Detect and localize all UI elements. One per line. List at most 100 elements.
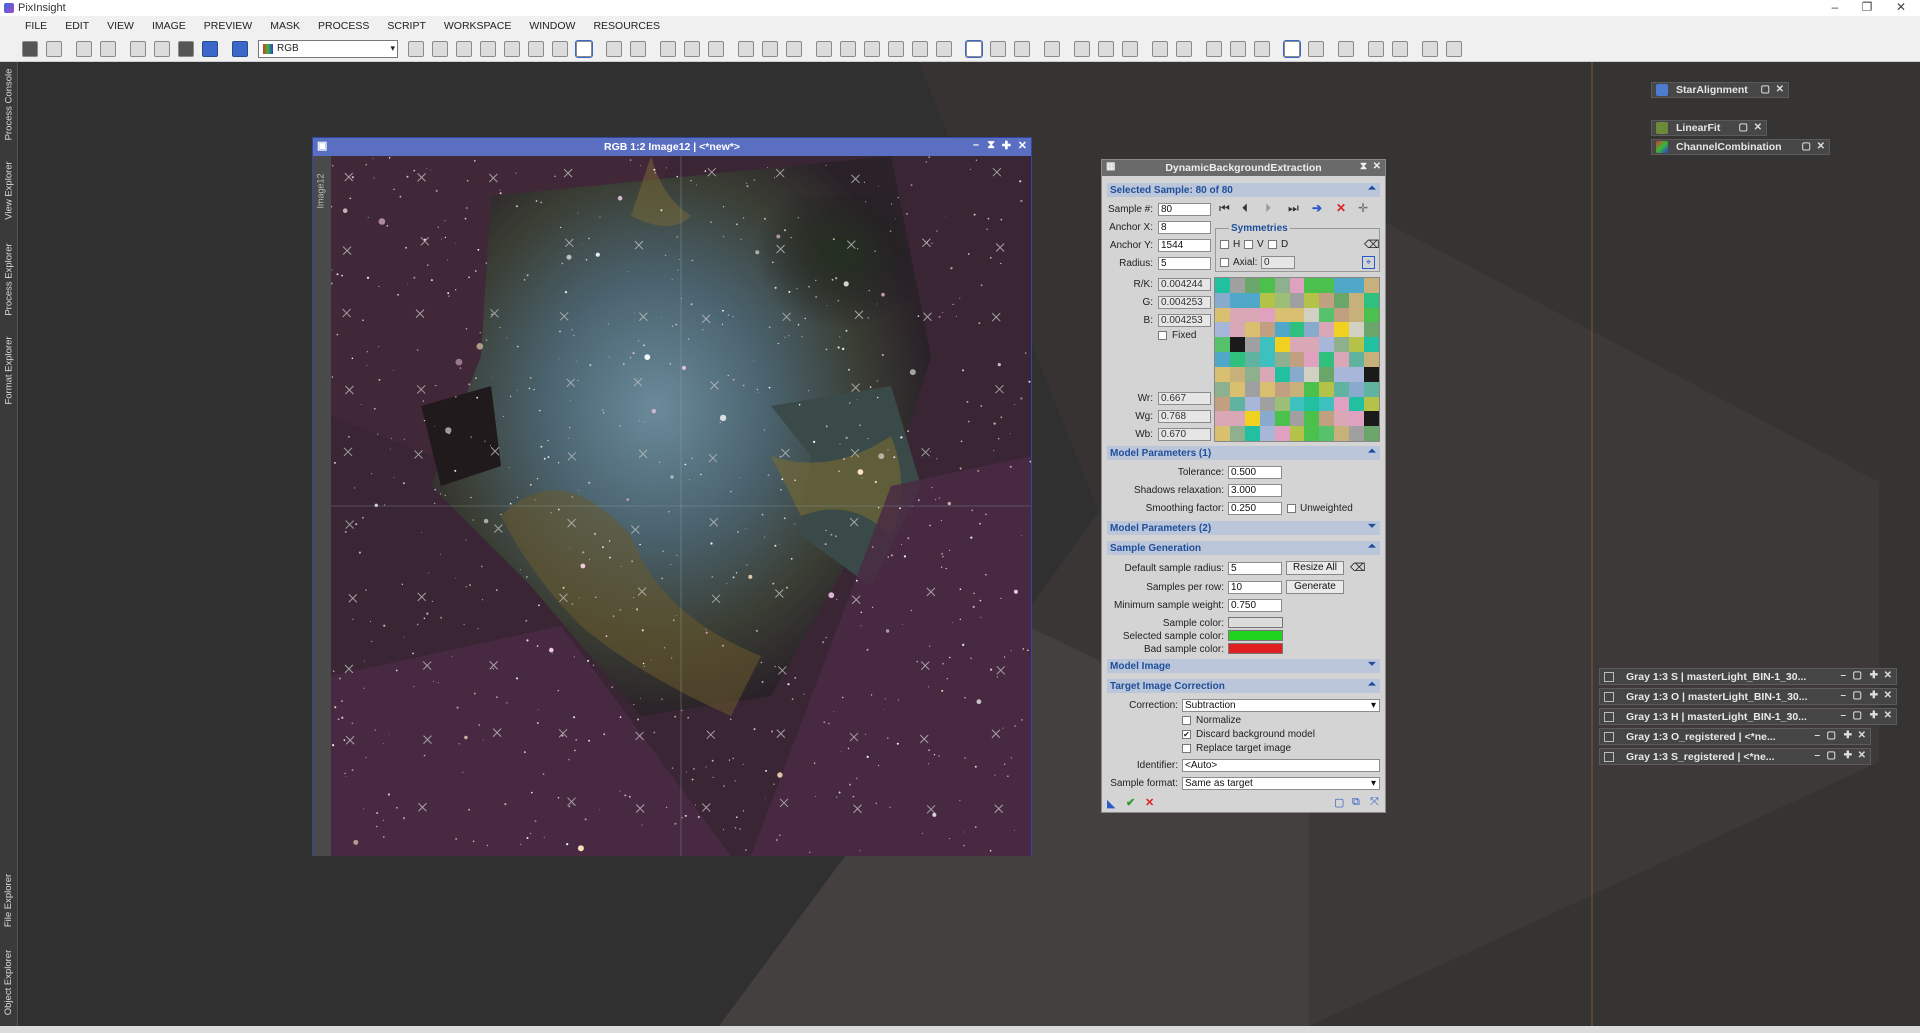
fit-view-icon[interactable] [456, 40, 472, 57]
last-sample-icon[interactable]: ⏭ [1288, 201, 1299, 216]
mask-remove-icon[interactable] [936, 40, 952, 57]
channel-b-icon[interactable] [1122, 40, 1138, 57]
redo-icon[interactable] [100, 40, 116, 57]
generate-button[interactable]: Generate [1286, 580, 1344, 594]
script-run-icon[interactable] [1368, 40, 1384, 57]
menu-view[interactable]: VIEW [98, 16, 143, 36]
close-icon[interactable]: ✕ [1018, 139, 1027, 152]
zoom-1-1-icon[interactable] [660, 40, 676, 57]
maximize-icon[interactable]: ✚ [1870, 690, 1878, 701]
track-view-icon[interactable]: ⧉ [1352, 796, 1360, 809]
menu-image[interactable]: IMAGE [143, 16, 195, 36]
history-icon[interactable] [130, 40, 146, 57]
unweighted-checkbox[interactable] [1287, 504, 1296, 513]
open-icon[interactable] [46, 40, 62, 57]
collapse-icon[interactable]: ⏶ [1368, 679, 1376, 690]
close-window-icon[interactable]: ✕ [1886, 0, 1916, 14]
identifier-field[interactable]: <Auto> [1182, 759, 1380, 772]
tab-process-console[interactable]: Process Console [0, 64, 18, 144]
preview-edit-icon[interactable] [762, 40, 778, 57]
expand-icon[interactable]: ⏷ [1368, 521, 1376, 532]
menu-mask[interactable]: MASK [261, 16, 309, 36]
shade-icon[interactable]: ⧗ [987, 139, 995, 152]
reset-icon[interactable]: ⤧ [1370, 796, 1379, 809]
anchor-y-field[interactable]: 1544 [1158, 239, 1211, 252]
apply-global-icon[interactable]: ✔ [1126, 796, 1135, 809]
zoom-region-out-icon[interactable] [708, 40, 724, 57]
channel-g-icon[interactable] [1098, 40, 1114, 57]
sample-number-field[interactable]: 80 [1158, 203, 1211, 216]
stf-auto-icon[interactable] [1014, 40, 1030, 57]
zoom-fit-icon[interactable] [432, 40, 448, 57]
go-to-sample-icon[interactable]: ➔ [1312, 201, 1322, 215]
window-cascade-icon[interactable] [840, 40, 856, 57]
close-icon[interactable]: ✕ [1858, 750, 1866, 761]
smoothing-factor-field[interactable]: 0.250 [1228, 502, 1282, 515]
minimum-sample-weight-field[interactable]: 0.750 [1228, 599, 1282, 612]
explorer-icon[interactable] [1338, 40, 1354, 57]
minimize-icon[interactable]: – [1814, 750, 1820, 761]
zoom-region-in-icon[interactable] [684, 40, 700, 57]
image-canvas[interactable] [331, 156, 1031, 856]
discard-background-model-checkbox[interactable]: ✔ [1182, 730, 1191, 739]
menu-resources[interactable]: RESOURCES [584, 16, 669, 36]
bad-sample-color-swatch[interactable] [1228, 643, 1283, 654]
workspace-1-icon[interactable] [1206, 40, 1222, 57]
minimize-window-icon[interactable]: – [1820, 0, 1850, 14]
close-icon[interactable]: ✕ [1817, 141, 1825, 152]
mask-icon[interactable] [178, 40, 194, 57]
edit-mode-icon[interactable] [575, 39, 593, 58]
image-window[interactable]: ▣ RGB 1:2 Image12 | <*new*> – ⧗ ✚ ✕ Imag… [312, 137, 1032, 856]
minimized-window-o-registered[interactable]: Gray 1:3 O_registered | <*ne... – ▢ ✚ ✕ [1599, 728, 1871, 745]
close-icon[interactable]: ✕ [1884, 690, 1892, 701]
menu-preview[interactable]: PREVIEW [195, 16, 261, 36]
close-icon[interactable]: ✕ [1776, 84, 1784, 95]
zoom-out-icon[interactable] [630, 40, 646, 57]
default-sample-radius-field[interactable]: 5 [1228, 562, 1282, 575]
minimize-icon[interactable]: – [1814, 730, 1820, 741]
minimize-icon[interactable]: – [1840, 710, 1846, 721]
undo-icon[interactable] [76, 40, 92, 57]
sample-color-swatch[interactable] [1228, 617, 1283, 628]
window-tile-icon[interactable] [816, 40, 832, 57]
image-window-titlebar[interactable]: ▣ RGB 1:2 Image12 | <*new*> – ⧗ ✚ ✕ [313, 138, 1031, 156]
section-sample-generation[interactable]: Sample Generation ⏶ [1107, 541, 1380, 555]
channel-r-icon[interactable] [1074, 40, 1090, 57]
normalize-checkbox[interactable] [1182, 716, 1191, 725]
restore-window-icon[interactable]: ❐ [1852, 0, 1882, 14]
axial-checkbox[interactable] [1220, 258, 1229, 267]
first-sample-icon[interactable]: ⏮ [1219, 201, 1230, 216]
stf-reset-icon[interactable] [1044, 40, 1060, 57]
maximize-icon[interactable]: ✚ [1002, 139, 1011, 152]
preview-delete-icon[interactable] [786, 40, 802, 57]
readout-mode-icon[interactable] [965, 39, 983, 58]
maximize-icon[interactable]: ✚ [1870, 670, 1878, 681]
mask-enable-icon[interactable] [888, 40, 904, 57]
sym-h-checkbox[interactable] [1220, 240, 1229, 249]
resize-all-button[interactable]: Resize All [1286, 561, 1344, 575]
restore-icon[interactable]: ▢ [1853, 670, 1862, 681]
minimize-icon[interactable]: – [1840, 690, 1846, 701]
tab-view-explorer[interactable]: View Explorer [0, 150, 18, 230]
restore-icon[interactable]: ▢ [1827, 750, 1836, 761]
zoom-in-icon[interactable] [606, 40, 622, 57]
new-instance-icon[interactable]: ◣ [1107, 797, 1115, 810]
window-menu-icon[interactable]: ▣ [317, 139, 327, 152]
browse-doc-icon[interactable]: ▢ [1334, 796, 1344, 809]
selected-sample-color-swatch[interactable] [1228, 630, 1283, 641]
layout-icon[interactable] [1152, 40, 1168, 57]
mask-show-icon[interactable] [864, 40, 880, 57]
close-icon[interactable]: ✕ [1884, 670, 1892, 681]
samples-per-row-field[interactable]: 10 [1228, 581, 1282, 594]
collapse-icon[interactable]: ⏶ [1368, 446, 1376, 457]
axial-field[interactable]: 0 [1261, 256, 1295, 269]
close-icon[interactable]: ✕ [1858, 730, 1866, 741]
stf-icon[interactable] [232, 40, 248, 57]
dbe-process-icon[interactable]: ▦ [1106, 161, 1115, 172]
close-icon[interactable]: ✕ [1754, 122, 1762, 133]
collapse-icon[interactable]: ⏶ [1368, 183, 1376, 194]
menu-script[interactable]: SCRIPT [378, 16, 435, 36]
radius-field[interactable]: 5 [1158, 257, 1211, 270]
process-icon-staralignment[interactable]: StarAlignment ▢ ✕ [1651, 82, 1789, 98]
updates-icon[interactable] [1422, 40, 1438, 57]
